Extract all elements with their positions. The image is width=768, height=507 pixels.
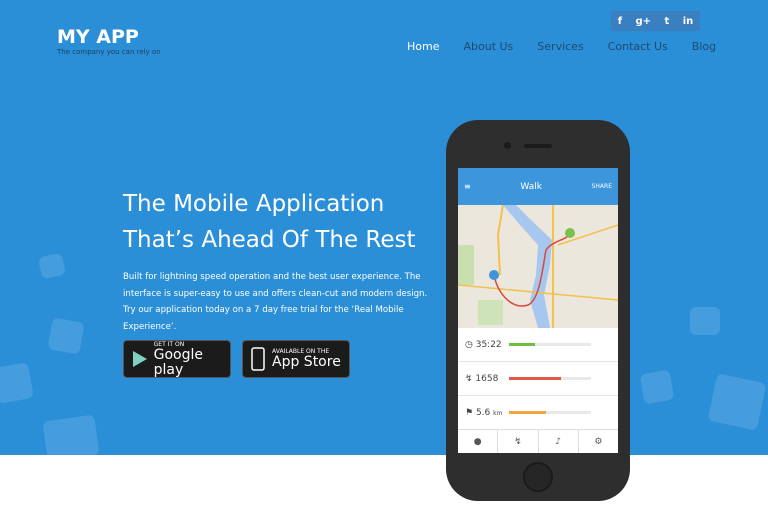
hero-title: The Mobile Application That’s Ahead Of Th… (123, 186, 416, 258)
nav-contact-us[interactable]: Contact Us (608, 40, 668, 53)
decorative-icon (37, 252, 67, 280)
flag-icon: ⚑ (465, 407, 476, 418)
play-store-icon (133, 351, 147, 367)
progress-track (509, 377, 591, 380)
iphone-icon (251, 347, 265, 371)
bell-icon[interactable]: ♪ (539, 430, 579, 453)
linkedin-icon[interactable]: in (683, 16, 694, 27)
info-icon[interactable]: ● (458, 430, 499, 453)
progress-track (509, 343, 591, 346)
settings-icon[interactable]: ⚙ (579, 430, 618, 453)
facebook-icon[interactable]: f (618, 16, 622, 27)
stat-duration: ◷ 35:22 (458, 328, 618, 362)
progress-track (509, 411, 591, 414)
hero-section: MY APP The company you can rely on f g+ … (0, 0, 768, 455)
nav-about-us[interactable]: About Us (463, 40, 513, 53)
app-title: Walk (520, 181, 542, 192)
decorative-icon (42, 414, 100, 455)
progress-fill (509, 411, 546, 414)
tagline: The company you can rely on (57, 48, 161, 56)
map[interactable] (458, 205, 618, 328)
phone-mockup: ≡ Walk SHARE ◷ 35:22 ↯ 1658 ⚑ 5.6 km ● ↯… (446, 120, 630, 501)
main-nav: Home About Us Services Contact Us Blog (407, 40, 740, 53)
google-play-button[interactable]: GET IT ON Google play (123, 340, 231, 378)
decorative-icon (707, 373, 767, 431)
phone-home-button (523, 462, 553, 492)
clock-icon: ◷ (465, 339, 476, 350)
hero-title-line1: The Mobile Application (123, 191, 385, 217)
google-play-big: Google play (153, 346, 204, 378)
steps-icon: ↯ (465, 373, 476, 384)
phone-speaker (524, 144, 552, 148)
nav-services[interactable]: Services (537, 40, 583, 53)
app-tab-bar: ● ↯ ♪ ⚙ (458, 429, 618, 453)
logo[interactable]: MY APP (57, 26, 139, 48)
stat-value: 35:22 (475, 339, 502, 350)
phone-camera (504, 142, 511, 149)
stat-distance: ⚑ 5.6 km (458, 396, 618, 430)
app-store-button[interactable]: AVAILABLE ON THE App Store (242, 340, 350, 378)
decorative-icon (690, 307, 720, 335)
stat-steps: ↯ 1658 (458, 362, 618, 396)
app-header: ≡ Walk SHARE (458, 168, 618, 205)
nav-home[interactable]: Home (407, 40, 439, 53)
decorative-icon (47, 317, 85, 355)
stat-value: 5.6 (475, 407, 491, 418)
decorative-icon (0, 362, 34, 404)
phone-screen: ≡ Walk SHARE ◷ 35:22 ↯ 1658 ⚑ 5.6 km ● ↯… (458, 168, 618, 453)
progress-fill (509, 377, 562, 380)
share-button[interactable]: SHARE (592, 183, 612, 190)
hero-description: Built for lightning speed operation and … (123, 272, 428, 332)
menu-icon[interactable]: ≡ (464, 182, 471, 191)
google-plus-icon[interactable]: g+ (636, 16, 652, 27)
social-links: f g+ t in (611, 11, 700, 31)
nav-blog[interactable]: Blog (692, 40, 716, 53)
stat-unit: km (493, 409, 503, 417)
activity-icon[interactable]: ↯ (498, 430, 539, 453)
stat-value: 1658 (475, 373, 499, 384)
twitter-icon[interactable]: t (665, 16, 670, 27)
app-store-big: App Store (272, 354, 341, 370)
progress-fill (509, 343, 536, 346)
decorative-icon (639, 369, 675, 405)
map-graphic (458, 205, 618, 328)
hero-title-line2: That’s Ahead Of The Rest (123, 227, 416, 253)
